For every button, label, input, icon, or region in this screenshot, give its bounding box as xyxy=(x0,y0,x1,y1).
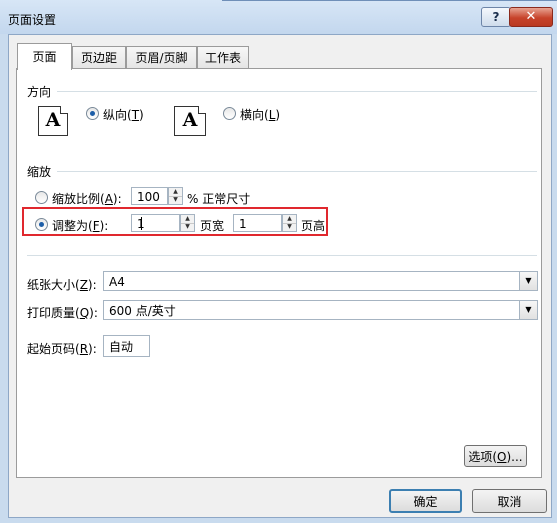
spin-down-icon[interactable]: ▼ xyxy=(169,196,182,204)
scale-percent-input[interactable]: 100 xyxy=(131,187,168,205)
title-bar-edge xyxy=(222,0,557,1)
paper-size-select[interactable]: A4 ▼ xyxy=(103,271,538,291)
print-quality-select[interactable]: 600 点/英寸 ▼ xyxy=(103,300,538,320)
scaling-bottom-separator xyxy=(27,255,537,256)
orientation-section-label: 方向 xyxy=(27,85,52,99)
help-button[interactable]: ? xyxy=(481,7,511,27)
tab-panel-page: 方向 A 纵向(T) A 横向(L) 缩放 缩放比例(A): 100 ▲ ▼ %… xyxy=(16,68,542,478)
first-page-number-input[interactable]: 自动 xyxy=(103,335,150,357)
scaling-separator xyxy=(57,171,537,172)
landscape-radio[interactable] xyxy=(223,107,236,120)
tab-page[interactable]: 页面 xyxy=(17,43,72,70)
portrait-label[interactable]: 纵向(T) xyxy=(103,106,144,123)
title-bar xyxy=(0,0,557,34)
tab-header-footer[interactable]: 页眉/页脚 xyxy=(126,46,197,69)
tab-sheet[interactable]: 工作表 xyxy=(197,46,249,69)
portrait-radio[interactable] xyxy=(86,107,99,120)
landscape-page-icon: A xyxy=(174,106,206,136)
adjust-scale-radio[interactable] xyxy=(35,191,48,204)
dropdown-arrow-icon[interactable]: ▼ xyxy=(519,301,537,319)
window-title: 页面设置 xyxy=(8,13,57,27)
adjust-scale-label[interactable]: 缩放比例(A): xyxy=(52,190,122,207)
print-quality-label: 打印质量(Q): xyxy=(27,306,98,320)
ok-button[interactable]: 确定 xyxy=(389,489,462,513)
paper-size-label: 纸张大小(Z): xyxy=(27,278,97,292)
close-button[interactable]: ✕ xyxy=(509,7,553,27)
landscape-label[interactable]: 横向(L) xyxy=(240,106,280,123)
first-page-number-label: 起始页码(R): xyxy=(27,342,97,356)
tab-margins[interactable]: 页边距 xyxy=(72,46,126,69)
portrait-page-icon: A xyxy=(38,106,68,136)
highlight-box xyxy=(22,207,328,236)
options-button[interactable]: 选项(O)... xyxy=(464,445,527,467)
paper-size-value: A4 xyxy=(109,275,125,289)
normal-size-label: % 正常尺寸 xyxy=(187,192,251,206)
print-quality-value: 600 点/英寸 xyxy=(109,304,176,318)
orientation-separator xyxy=(57,91,537,92)
scale-percent-spinner[interactable]: ▲ ▼ xyxy=(168,187,183,205)
scaling-section-label: 缩放 xyxy=(27,165,52,179)
cancel-button[interactable]: 取消 xyxy=(472,489,547,513)
dropdown-arrow-icon[interactable]: ▼ xyxy=(519,272,537,290)
